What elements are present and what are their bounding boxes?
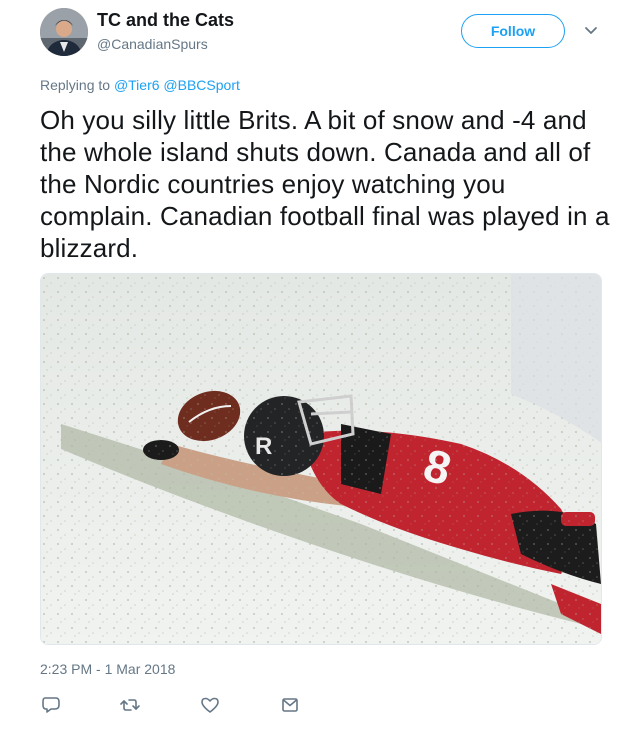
chevron-down-icon[interactable] <box>582 22 600 40</box>
like-icon[interactable] <box>199 694 221 716</box>
tweet-text: Oh you silly little Brits. A bit of snow… <box>40 105 610 263</box>
reply-icon[interactable] <box>40 694 62 716</box>
tweet-timestamp[interactable]: 2:23 PM - 1 Mar 2018 <box>40 661 175 677</box>
user-avatar-icon <box>40 8 88 56</box>
avatar[interactable] <box>40 8 88 56</box>
replying-to-line: Replying to @Tier6 @BBCSport <box>40 77 240 93</box>
replying-to-label: Replying to <box>40 77 111 93</box>
retweet-icon[interactable] <box>119 694 141 716</box>
mention-link[interactable]: @Tier6 <box>114 77 160 93</box>
user-handle[interactable]: @CanadianSpurs <box>97 36 208 52</box>
follow-button[interactable]: Follow <box>461 14 565 48</box>
message-icon[interactable] <box>279 694 301 716</box>
football-player-snow-photo: 8 R <box>41 274 601 644</box>
mention-link[interactable]: @BBCSport <box>163 77 239 93</box>
tweet-photo[interactable]: 8 R <box>40 273 602 645</box>
display-name[interactable]: TC and the Cats <box>97 10 234 31</box>
